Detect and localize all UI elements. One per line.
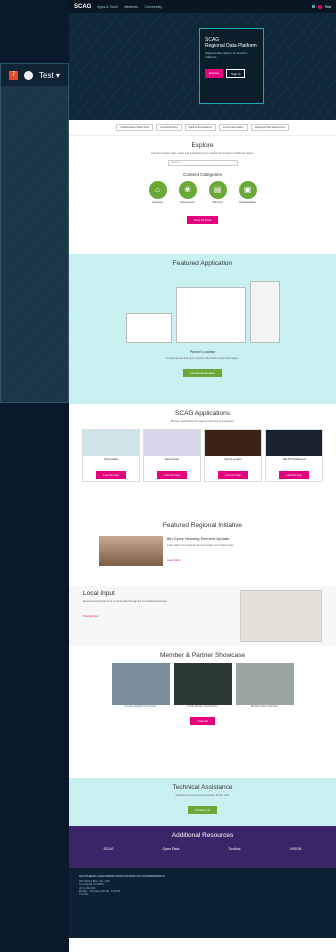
search-icon[interactable] bbox=[311, 5, 315, 8]
launch-app-button[interactable]: Launch App bbox=[96, 470, 126, 479]
initiative-desc: Learn about the housing element update a… bbox=[167, 544, 235, 547]
category-planning[interactable]: ▤ Planning bbox=[208, 180, 227, 204]
initiative-title: Featured Regional Initiative bbox=[162, 522, 243, 529]
initiative-headline: 6th Cycle Housing Element Update bbox=[167, 536, 230, 541]
explore-section: Explore Find and explore data, maps and … bbox=[69, 136, 336, 254]
hero-subtitle: Regional data platform for Southern Cali… bbox=[205, 52, 248, 59]
resource-link[interactable]: Toolbox bbox=[228, 847, 240, 851]
hero-card: SCAG Regional Data Platform Regional dat… bbox=[199, 28, 264, 104]
user-name[interactable]: Test bbox=[325, 5, 331, 9]
learn-more-link[interactable]: Learn More bbox=[167, 559, 180, 562]
zoom-inset: 7 Test ▾ bbox=[0, 63, 69, 403]
view-all-showcase-button[interactable]: View All bbox=[190, 716, 215, 725]
avatar[interactable] bbox=[24, 70, 33, 80]
footer: SOUTHERN CALIFORNIA ASSOCIATION OF GOVER… bbox=[69, 868, 336, 938]
category-transportation[interactable]: ▣ Transportation bbox=[238, 180, 257, 204]
showcase-card[interactable]: Mobility Data Collection bbox=[235, 663, 294, 709]
explore-title: Explore bbox=[191, 142, 214, 149]
contact-us-button[interactable]: Contact Us bbox=[188, 805, 217, 814]
nav-item-apps[interactable]: Apps & Tools bbox=[97, 5, 117, 9]
footer-address: 900 Wilshire Blvd., Ste. 1700 Los Angele… bbox=[79, 880, 110, 890]
featured-app-section: Featured Application Parcel Locator Loca… bbox=[69, 254, 336, 404]
user-menu[interactable]: Test ▾ bbox=[39, 71, 60, 80]
local-input-title: Local Input bbox=[83, 590, 115, 597]
showcase-section: Member & Partner Showcase Ontario Height… bbox=[69, 646, 336, 778]
app-card[interactable]: SoCal Atlas Launch App bbox=[82, 428, 140, 482]
top-nav: SCAG Apps & Tools Initiatives Community … bbox=[69, 0, 336, 13]
app-list: SoCal Atlas Launch App Data Viewer Launch … bbox=[79, 428, 326, 482]
categories-title: Content Categories bbox=[183, 171, 222, 177]
screenshot: 7 Test ▾ SCAG Apps & Tools Initiatives C… bbox=[0, 0, 336, 952]
sign-in-button[interactable]: Sign in bbox=[226, 69, 246, 78]
apps-desc: Browse applications for regional plannin… bbox=[170, 420, 235, 423]
assistance-section: Technical Assistance Request technical a… bbox=[69, 778, 336, 826]
launch-application-button[interactable]: Launch Application bbox=[182, 368, 223, 377]
tab-item[interactable]: Local Planning bbox=[156, 124, 182, 131]
showcase-card[interactable]: Public Works Coordination bbox=[173, 663, 232, 709]
apps-section: SCAG Applications Browse applications fo… bbox=[69, 404, 336, 516]
environment-icon: ❀ bbox=[178, 180, 197, 199]
category-tabs: Collaborative Work Area Local Planning D… bbox=[69, 120, 336, 136]
search-input[interactable]: Search... bbox=[167, 159, 238, 166]
nav-right: Test bbox=[311, 4, 331, 9]
avatar[interactable] bbox=[317, 4, 322, 9]
featured-app-desc: Locate parcels and view property informa… bbox=[166, 357, 239, 360]
local-input-section: Local Input Review and provide input on … bbox=[69, 586, 336, 646]
initiative-section: Featured Regional Initiative 6th Cycle H… bbox=[69, 516, 336, 586]
showcase-card[interactable]: Ontario Heights City Center bbox=[111, 663, 170, 709]
explore-desc: Find and explore data, maps and applicat… bbox=[151, 152, 254, 155]
logo[interactable]: SCAG bbox=[74, 4, 91, 10]
local-input-map bbox=[240, 590, 322, 642]
featured-app-title: Featured Application bbox=[172, 260, 233, 267]
apps-title: SCAG Applications bbox=[175, 410, 230, 417]
app-card[interactable]: HELPR Dashboard Launch App bbox=[265, 428, 323, 482]
view-all-data-button[interactable]: View All Data bbox=[186, 215, 219, 224]
category-land-use[interactable]: ⌂ Land Use bbox=[148, 180, 167, 204]
launch-app-button[interactable]: Launch App bbox=[218, 470, 248, 479]
app-mockup bbox=[79, 273, 326, 343]
inset-map bbox=[1, 86, 68, 402]
inset-bar: 7 Test ▾ bbox=[1, 64, 68, 86]
initiative-image bbox=[99, 536, 163, 566]
assistance-desc: Request technical assistance from SCAG s… bbox=[175, 794, 230, 797]
provide-input-link[interactable]: Provide Input bbox=[83, 615, 98, 618]
app-card[interactable]: Parcel Locator Launch App bbox=[204, 428, 262, 482]
category-environment[interactable]: ❀ Environment bbox=[178, 180, 197, 204]
hero-title: SCAG Regional Data Platform bbox=[205, 37, 257, 49]
nav-item-community[interactable]: Community bbox=[144, 5, 162, 9]
tab-item[interactable]: Collaborative Work Area bbox=[116, 124, 154, 131]
footer-copyright: © SCAG bbox=[79, 893, 89, 897]
resource-link[interactable]: SCAG bbox=[104, 847, 114, 851]
resources-section: Additional Resources SCAG Open Data Tool… bbox=[69, 826, 336, 868]
land-use-icon: ⌂ bbox=[148, 180, 167, 199]
app-card[interactable]: Data Viewer Launch App bbox=[143, 428, 201, 482]
planning-icon: ▤ bbox=[208, 180, 227, 199]
nav-item-initiatives[interactable]: Initiatives bbox=[124, 5, 139, 9]
assistance-title: Technical Assistance bbox=[172, 784, 233, 791]
explore-button[interactable]: Explore bbox=[205, 69, 224, 78]
tab-item[interactable]: Local Information bbox=[218, 124, 248, 131]
notification-badge[interactable]: 7 bbox=[9, 70, 18, 80]
footer-org: SOUTHERN CALIFORNIA ASSOCIATION OF GOVER… bbox=[79, 874, 165, 878]
showcase-list: Ontario Heights City Center Public Works… bbox=[79, 663, 326, 709]
showcase-title: Member & Partner Showcase bbox=[160, 652, 245, 659]
launch-app-button[interactable]: Launch App bbox=[279, 470, 309, 479]
category-list: ⌂ Land Use ❀ Environment ▤ Planning ▣ Transp… bbox=[79, 180, 326, 204]
resource-link[interactable]: VISION bbox=[290, 847, 302, 851]
transportation-icon: ▣ bbox=[238, 180, 257, 199]
hero: SCAG Apps & Tools Initiatives Community … bbox=[69, 0, 336, 120]
app-name: Parcel Locator bbox=[189, 349, 216, 354]
tab-item[interactable]: Regional Plan Resources bbox=[250, 124, 289, 131]
resource-list: SCAG Open Data Toolbox VISION bbox=[79, 847, 326, 851]
launch-app-button[interactable]: Launch App bbox=[157, 470, 187, 479]
tab-item[interactable]: Data & Applications bbox=[184, 124, 216, 131]
resources-title: Additional Resources bbox=[171, 832, 234, 839]
page-panel: SCAG Apps & Tools Initiatives Community … bbox=[69, 0, 336, 952]
resource-link[interactable]: Open Data bbox=[162, 847, 179, 851]
local-input-desc: Review and provide input on local data t… bbox=[83, 600, 168, 603]
